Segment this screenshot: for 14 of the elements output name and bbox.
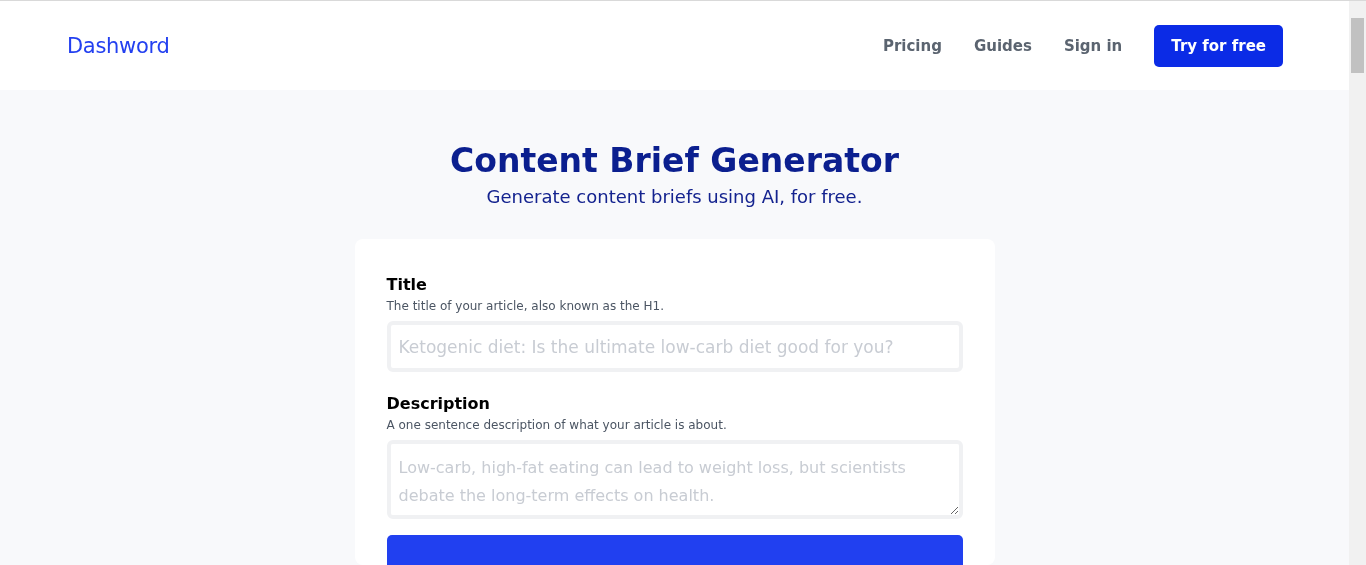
submit-button[interactable] <box>386 535 963 565</box>
logo[interactable]: Dashword <box>67 33 170 58</box>
page-title: Content Brief Generator <box>450 140 899 182</box>
scroll-thumb[interactable] <box>1351 18 1364 73</box>
field-hint: The title of your article, also known as the H1. <box>386 299 665 313</box>
nav-link[interactable]: Sign in <box>1063 36 1123 55</box>
try-free-button[interactable]: Try for free <box>1154 24 1283 67</box>
scrollbar[interactable] <box>1349 1 1366 565</box>
field-hint: A one sentence description of what your article is about. <box>386 418 728 432</box>
field-label: Description <box>386 394 491 413</box>
nav-link[interactable]: Pricing <box>882 36 942 55</box>
page-subtitle: Generate content briefs using AI, for free. <box>486 186 863 207</box>
nav-link[interactable]: Guides <box>973 36 1032 55</box>
field-label: Title <box>386 275 428 294</box>
